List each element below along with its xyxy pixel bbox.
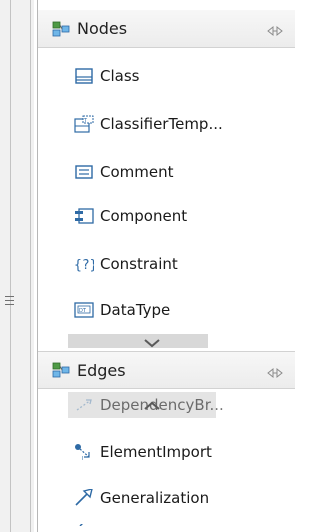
- component-icon: [74, 206, 94, 226]
- class-icon: [74, 66, 94, 86]
- gutter-divider: [10, 0, 11, 532]
- tool-datatype[interactable]: DT DataType: [38, 294, 295, 326]
- datatype-icon: DT: [74, 300, 94, 320]
- edges-drawer-header[interactable]: Edges: [38, 351, 295, 389]
- sash-handle-icon[interactable]: [5, 296, 14, 308]
- pin-icon[interactable]: [267, 364, 283, 379]
- constraint-icon: {?}: [74, 254, 94, 274]
- tool-label: Constraint: [100, 255, 178, 273]
- tool-classifier-template[interactable]: T ClassifierTemp...: [38, 108, 295, 140]
- hidden-item-overlay: [68, 334, 208, 348]
- tool-class[interactable]: Class: [38, 60, 295, 92]
- left-gutter: [0, 0, 34, 532]
- tool-label: DataType: [100, 301, 171, 319]
- gutter-divider: [30, 0, 31, 532]
- element-import-icon: I: [74, 442, 94, 462]
- tool-dependency[interactable]: DependencyBr...: [38, 389, 295, 421]
- nodes-drawer-title: Nodes: [77, 19, 128, 38]
- palette-drawer-icon: [51, 19, 71, 39]
- tool-constraint[interactable]: {?} Constraint: [38, 248, 295, 280]
- tool-component[interactable]: Component: [38, 200, 295, 232]
- comment-icon: [74, 162, 94, 182]
- palette-panel: Nodes Class T ClassifierTemp... Comment …: [37, 0, 295, 532]
- generalization-icon: [74, 524, 94, 532]
- edges-drawer-title: Edges: [77, 360, 126, 380]
- tool-comment[interactable]: Comment: [38, 156, 295, 188]
- tool-element-import[interactable]: I ElementImport: [38, 436, 295, 468]
- tool-label: Generalization: [100, 489, 210, 507]
- dependency-icon: [74, 395, 94, 415]
- generalization-icon: [74, 488, 94, 508]
- tool-label: Component: [100, 207, 188, 225]
- palette-drawer-icon: [51, 360, 71, 380]
- tool-label: Comment: [100, 163, 174, 181]
- svg-text:DT: DT: [79, 308, 87, 314]
- tool-label: Class: [100, 67, 140, 85]
- tool-partial-item: [38, 524, 295, 532]
- tool-generalization[interactable]: Generalization: [38, 482, 295, 514]
- nodes-drawer-header[interactable]: Nodes: [38, 10, 295, 48]
- tool-label: ElementImport: [100, 443, 212, 461]
- scroll-down-icon[interactable]: [141, 333, 163, 348]
- pin-icon[interactable]: [267, 22, 283, 37]
- svg-text:{?}: {?}: [74, 258, 94, 272]
- svg-text:I: I: [82, 456, 83, 461]
- scroll-up-icon[interactable]: [141, 396, 163, 410]
- classifier-template-icon: T: [74, 114, 94, 134]
- tool-label: ClassifierTemp...: [100, 115, 223, 133]
